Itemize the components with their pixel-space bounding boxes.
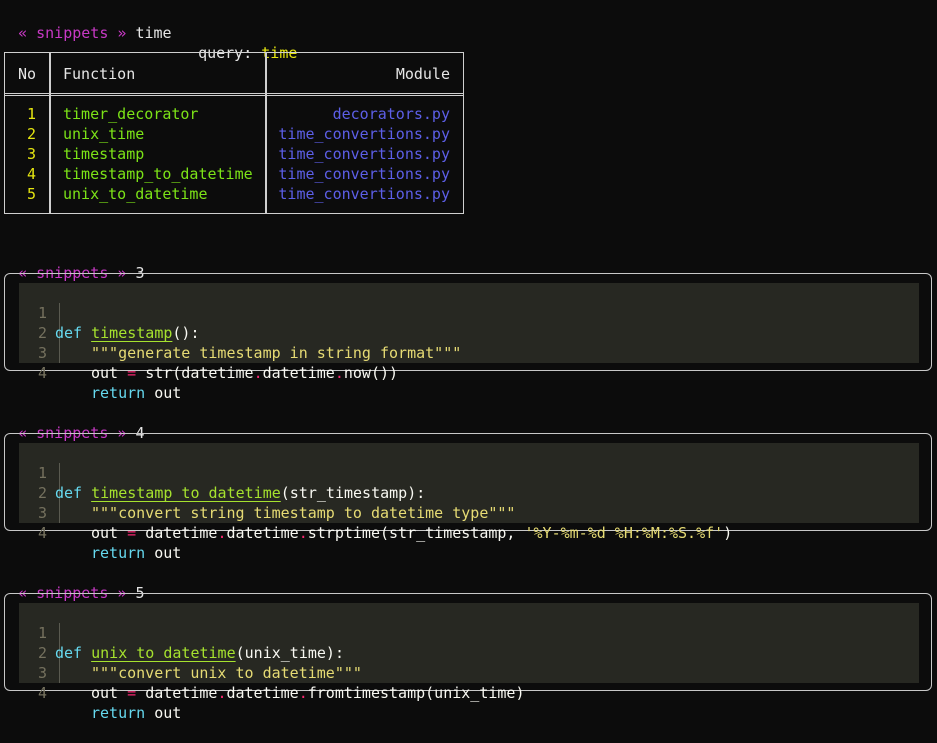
prompt-argument: time xyxy=(135,24,172,42)
row-function[interactable]: unix_time xyxy=(63,124,144,144)
keyword-return: return xyxy=(91,704,146,722)
code-block[interactable]: 1 def timestamp(): 2 """generate timesta… xyxy=(19,283,919,402)
operator: . xyxy=(298,524,308,542)
code-panel: 1 def unix_to_datetime(unix_time): 2 """… xyxy=(4,593,932,722)
row-number: 2 xyxy=(27,125,37,143)
header-no: No xyxy=(18,65,37,83)
expr-part: datetime xyxy=(145,524,218,542)
line-number: 4 xyxy=(37,364,47,382)
expr-part: datetime xyxy=(226,524,299,542)
row-function[interactable]: timer_decorator xyxy=(63,104,198,124)
query-line: query: time xyxy=(180,23,297,62)
line-number: 4 xyxy=(37,684,47,702)
row-module: decorators.py xyxy=(332,105,450,123)
header-module: Module xyxy=(395,65,450,83)
code-line: 1 def timestamp_to_datetime(str_timestam… xyxy=(19,443,919,502)
row-function[interactable]: timestamp xyxy=(63,144,144,164)
assign-target: out xyxy=(91,524,119,542)
expr-part: datetime xyxy=(145,684,218,702)
expr-part: datetime xyxy=(262,364,335,382)
prompt-app-name: snippets xyxy=(36,24,109,42)
row-module: time_convertions.py xyxy=(278,145,450,163)
search-prompt: « snippets » time xyxy=(0,3,172,42)
row-function[interactable]: timestamp_to_datetime xyxy=(63,164,253,184)
row-module: time_convertions.py xyxy=(278,125,450,143)
snippet-prompt: « snippets » 5 xyxy=(0,563,144,602)
code-block[interactable]: 1 def timestamp_to_datetime(str_timestam… xyxy=(19,443,919,562)
assign-target: out xyxy=(91,364,119,382)
code-line: 3 out = datetime.datetime.fromtimestamp(… xyxy=(19,643,919,702)
operator: . xyxy=(298,684,308,702)
row-number: 3 xyxy=(27,145,37,163)
operator: = xyxy=(127,364,137,382)
column-divider xyxy=(49,53,51,213)
code-line: 3 out = str(datetime.datetime.now()) xyxy=(19,323,919,382)
expr-part: str(datetime xyxy=(145,364,254,382)
row-number: 1 xyxy=(27,105,37,123)
return-value: out xyxy=(154,704,182,722)
expr-part: strptime(str_timestamp, xyxy=(307,524,525,542)
row-function[interactable]: unix_to_datetime xyxy=(63,184,208,204)
code-panel: 1 def timestamp_to_datetime(str_timestam… xyxy=(4,433,932,562)
code-line: 4 return out xyxy=(19,663,919,722)
return-value: out xyxy=(154,544,182,562)
prompt-open-marker: « xyxy=(18,24,28,42)
code-line: 2 """convert string timestamp to datetim… xyxy=(19,463,919,522)
row-module: time_convertions.py xyxy=(278,185,450,203)
code-line: 1 def timestamp(): xyxy=(19,283,919,342)
code-line: 3 out = datetime.datetime.strptime(str_t… xyxy=(19,483,919,542)
line-number: 4 xyxy=(37,524,47,542)
code-line: 4 return out xyxy=(19,503,919,562)
operator: = xyxy=(127,524,137,542)
operator: = xyxy=(127,684,137,702)
code-panel: 1 def timestamp(): 2 """generate timesta… xyxy=(4,273,932,402)
row-number: 5 xyxy=(27,185,37,203)
expr-part: ) xyxy=(723,524,733,542)
row-module: time_convertions.py xyxy=(278,165,450,183)
snippet-prompt: « snippets » 4 xyxy=(0,403,144,442)
code-line: 4 return out xyxy=(19,343,919,402)
expr-part: datetime xyxy=(226,684,299,702)
operator: . xyxy=(253,364,263,382)
expr-part: now()) xyxy=(343,364,399,382)
code-line: 1 def unix_to_datetime(unix_time): xyxy=(19,603,919,662)
code-block[interactable]: 1 def unix_to_datetime(unix_time): 2 """… xyxy=(19,603,919,722)
header-divider xyxy=(5,93,463,96)
results-table: No Function Module 1 timer_decorator dec… xyxy=(4,52,464,214)
expr-part: fromtimestamp(unix_time) xyxy=(307,684,525,702)
keyword-return: return xyxy=(91,384,146,402)
format-string: '%Y-%m-%d %H:%M:%S.%f' xyxy=(524,524,724,542)
keyword-return: return xyxy=(91,544,146,562)
assign-target: out xyxy=(91,684,119,702)
header-function: Function xyxy=(63,65,136,83)
return-value: out xyxy=(154,384,182,402)
row-number: 4 xyxy=(27,165,37,183)
prompt-separator: » xyxy=(117,24,127,42)
operator: . xyxy=(334,364,344,382)
code-line: 2 """generate timestamp in string format… xyxy=(19,303,919,362)
snippet-prompt: « snippets » 3 xyxy=(0,243,144,282)
code-line: 2 """convert unix to datetime""" xyxy=(19,623,919,682)
column-divider xyxy=(265,53,267,213)
